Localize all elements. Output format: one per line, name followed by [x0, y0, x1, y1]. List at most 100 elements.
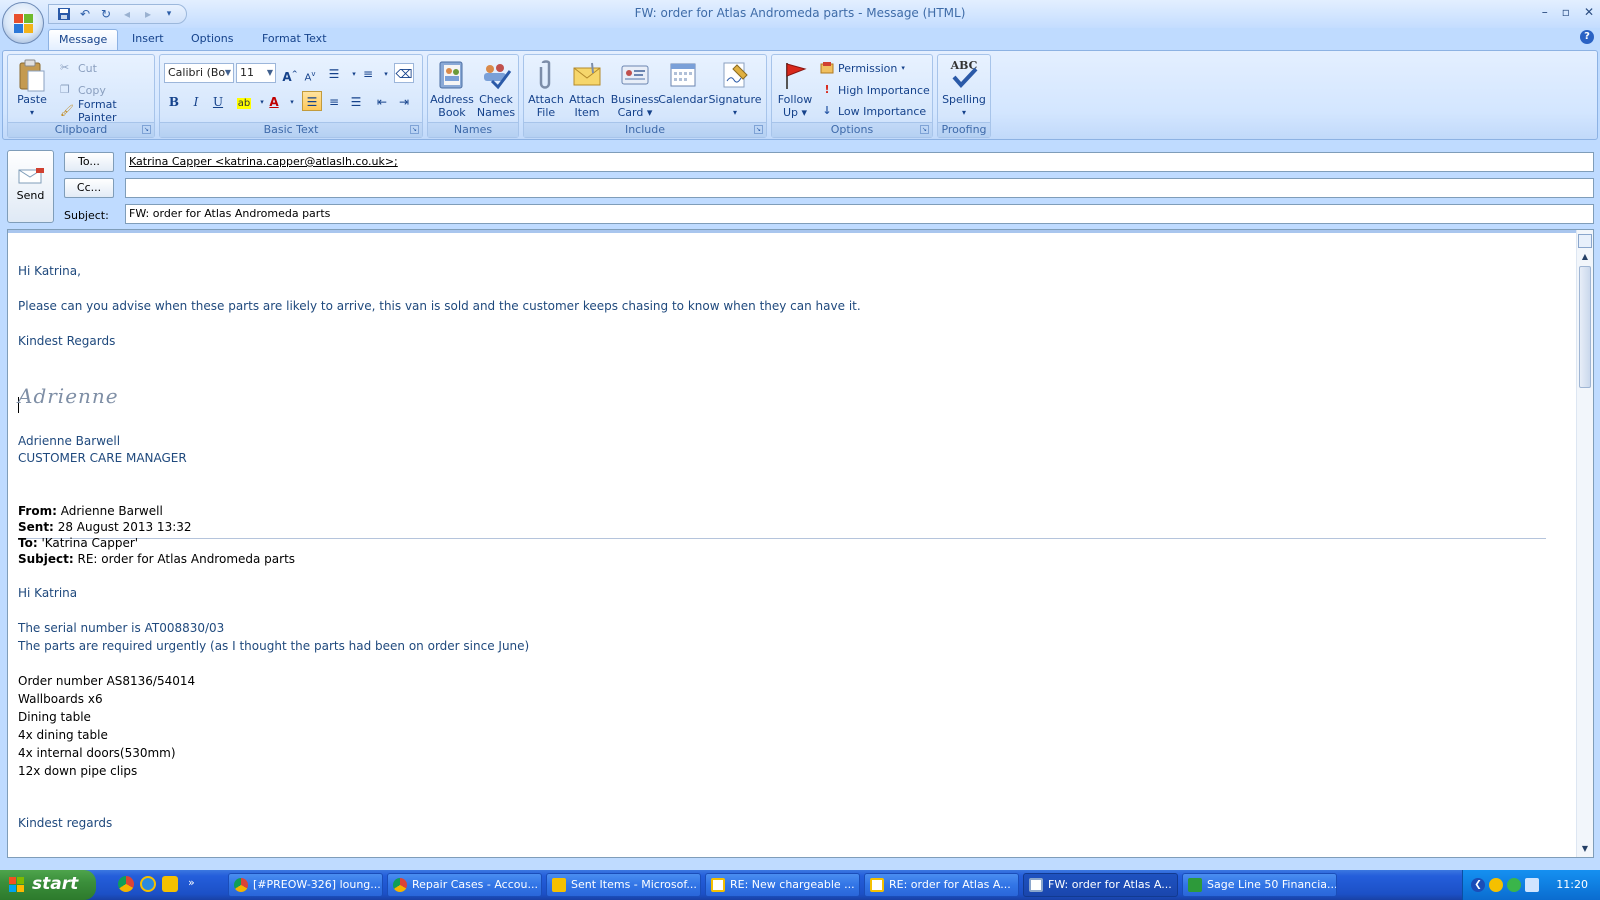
to-button[interactable]: To...	[64, 152, 114, 172]
clear-formatting-icon[interactable]: ⌫	[394, 63, 414, 83]
taskbar-item[interactable]: [#PREOW-326] loung...	[228, 873, 383, 897]
clipboard-launcher-icon[interactable]: ↘	[142, 125, 151, 134]
address-book-label-2: Book	[438, 106, 466, 119]
high-importance-button[interactable]: ! High Importance	[820, 80, 929, 100]
attach-item-label-2: Item	[574, 106, 600, 119]
attach-file-button[interactable]: Attach File	[526, 59, 566, 119]
align-right-icon[interactable]: ☰	[346, 91, 366, 111]
message-body[interactable]: Hi Katrina, Please can you advise when t…	[7, 229, 1594, 858]
permission-button[interactable]: Permission ▾	[820, 58, 905, 78]
spelling-dropdown-icon[interactable]: ▾	[940, 106, 988, 119]
decrease-indent-icon[interactable]: ⇤	[372, 91, 392, 111]
save-icon[interactable]	[55, 6, 73, 22]
scroll-thumb[interactable]	[1579, 266, 1591, 388]
font-color-dropdown-icon[interactable]: ▾	[282, 91, 302, 111]
outlook-tray-icon[interactable]	[1489, 878, 1503, 892]
check-names-button[interactable]: Check Names	[474, 59, 518, 119]
copy-button[interactable]: ❐ Copy	[60, 80, 106, 100]
size-dropdown-icon[interactable]: ▼	[267, 64, 273, 82]
taskbar-item[interactable]: Repair Cases - Accou...	[387, 873, 542, 897]
subject-field[interactable]: FW: order for Atlas Andromeda parts	[125, 204, 1594, 224]
maximize-button[interactable]: ▫	[1562, 5, 1570, 19]
copy-label: Copy	[78, 83, 106, 97]
follow-up-button[interactable]: Follow Up ▾	[774, 59, 816, 119]
bullets-icon[interactable]: ☰	[324, 63, 344, 83]
low-importance-button[interactable]: ↓ Low Importance	[820, 101, 926, 121]
font-name-combo[interactable]: Calibri (Bo ▼	[164, 63, 234, 83]
align-center-icon[interactable]: ≡	[324, 91, 344, 111]
highlight-icon[interactable]: ab	[234, 91, 254, 111]
grow-font-icon[interactable]: A^	[280, 63, 300, 84]
font-color-icon[interactable]: A	[264, 91, 284, 111]
permission-dropdown-icon[interactable]: ▾	[901, 64, 905, 72]
start-button[interactable]: start	[0, 870, 96, 900]
taskbar-item-label: Sent Items - Microsof...	[571, 878, 697, 891]
customize-qat-icon[interactable]: ▾	[160, 6, 178, 22]
more-icon[interactable]: »	[188, 876, 195, 892]
minimize-button[interactable]: –	[1542, 5, 1548, 19]
spelling-label: Spelling	[942, 93, 986, 106]
font-size-combo[interactable]: 11 ▼	[236, 63, 276, 83]
numbering-icon[interactable]: ≡	[358, 63, 378, 83]
office-button[interactable]	[2, 2, 44, 44]
signature-dropdown-icon[interactable]: ▾	[708, 106, 762, 119]
address-book-button[interactable]: Address Book	[430, 59, 474, 119]
align-left-icon[interactable]: ☰	[302, 91, 322, 111]
taskbar-item[interactable]: RE: New chargeable ...	[705, 873, 860, 897]
undo-icon[interactable]: ↶	[76, 6, 94, 22]
signature-button[interactable]: Signature ▾	[708, 59, 762, 119]
include-launcher-icon[interactable]: ↘	[754, 125, 763, 134]
chrome-icon[interactable]	[118, 876, 134, 892]
cc-button[interactable]: Cc...	[64, 178, 114, 198]
view-ruler-icon[interactable]	[1578, 234, 1592, 248]
cc-field[interactable]	[125, 178, 1594, 198]
help-icon[interactable]: ?	[1580, 30, 1594, 44]
attach-item-label-1: Attach	[569, 93, 605, 106]
up-arrow-icon[interactable]: ◂	[118, 6, 136, 22]
tray-collapse-icon[interactable]: ❮	[1471, 878, 1485, 892]
taskbar-item[interactable]: RE: order for Atlas A...	[864, 873, 1019, 897]
internet-explorer-icon[interactable]	[140, 876, 156, 892]
font-dropdown-icon[interactable]: ▼	[225, 64, 231, 82]
paste-button[interactable]: Paste ▾	[10, 59, 54, 119]
fwd-to-label: To:	[18, 536, 38, 550]
basic-text-launcher-icon[interactable]: ↘	[410, 125, 419, 134]
tab-format-text[interactable]: Format Text	[252, 29, 337, 50]
shrink-font-icon[interactable]: Av	[300, 63, 320, 83]
windows-flag-icon	[9, 877, 25, 893]
security-tray-icon[interactable]	[1507, 878, 1521, 892]
down-arrow-icon[interactable]: ▸	[139, 6, 157, 22]
options-launcher-icon[interactable]: ↘	[920, 125, 929, 134]
taskbar-item[interactable]: Sage Line 50 Financia...	[1182, 873, 1337, 897]
outlook-icon[interactable]	[162, 876, 178, 892]
calendar-button[interactable]: Calendar	[658, 59, 708, 106]
tab-options[interactable]: Options	[181, 29, 243, 50]
scroll-down-icon[interactable]: ▼	[1577, 844, 1593, 853]
tab-insert[interactable]: Insert	[122, 29, 174, 50]
network-tray-icon[interactable]	[1525, 878, 1539, 892]
numbering-dropdown-icon[interactable]: ▾	[376, 63, 396, 83]
tab-message[interactable]: Message	[48, 29, 119, 50]
increase-indent-icon[interactable]: ⇥	[394, 91, 414, 111]
to-recipient[interactable]: Katrina Capper <katrina.capper@atlaslh.c…	[129, 155, 398, 168]
send-button[interactable]: Send	[7, 150, 54, 223]
clock: 11:20	[1556, 878, 1588, 891]
to-field[interactable]: Katrina Capper <katrina.capper@atlaslh.c…	[125, 152, 1594, 172]
underline-button[interactable]: U	[208, 91, 228, 111]
check-names-label-2: Names	[476, 106, 516, 119]
bold-button[interactable]: B	[164, 91, 184, 111]
format-painter-button[interactable]: 🖌 Format Painter	[60, 98, 154, 124]
vertical-scrollbar[interactable]: ▲ ▼	[1576, 230, 1593, 857]
signature-icon	[719, 59, 751, 91]
italic-button[interactable]: I	[186, 91, 206, 111]
taskbar-item[interactable]: Sent Items - Microsof...	[546, 873, 701, 897]
attach-item-button[interactable]: Attach Item	[566, 59, 608, 119]
taskbar-item-active[interactable]: FW: order for Atlas A...	[1023, 873, 1178, 897]
paste-dropdown-icon[interactable]: ▾	[10, 106, 54, 119]
close-button[interactable]: ✕	[1584, 5, 1594, 19]
scroll-up-icon[interactable]: ▲	[1577, 252, 1593, 261]
spelling-button[interactable]: ABC Spelling ▾	[940, 59, 988, 119]
business-card-button[interactable]: Business Card ▾	[610, 59, 660, 119]
cut-button[interactable]: ✂ Cut	[60, 58, 97, 78]
redo-icon[interactable]: ↻	[97, 6, 115, 22]
